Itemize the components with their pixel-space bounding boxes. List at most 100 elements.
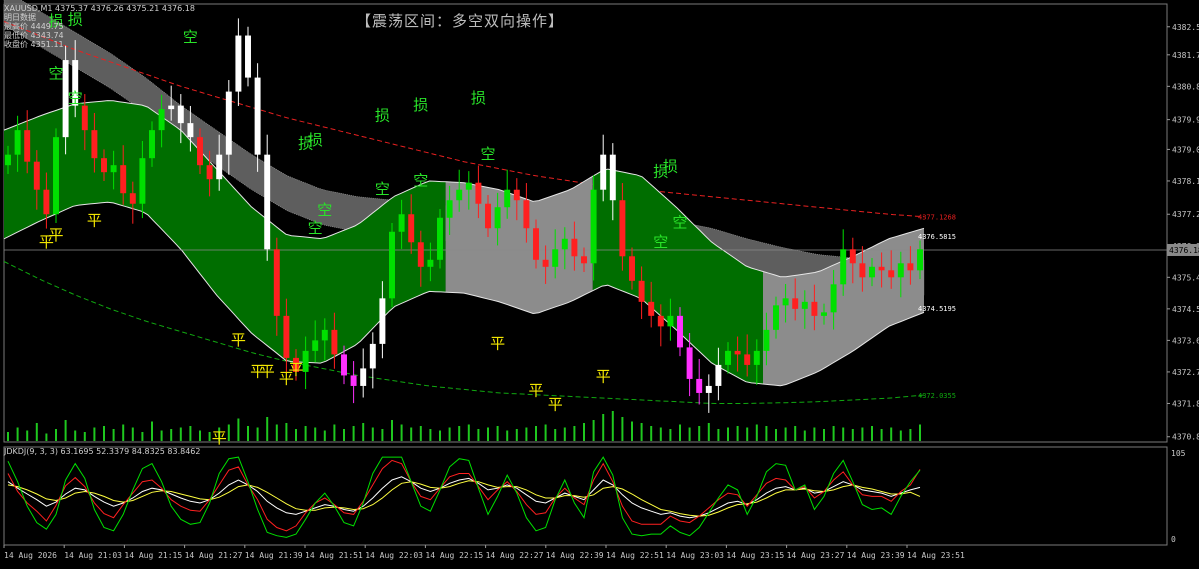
candle-body (907, 263, 914, 271)
y-tick-label: 4377.20 (1172, 210, 1199, 219)
level-label: 4377.1268 (918, 214, 956, 222)
candle-body (120, 165, 127, 194)
level-label: 4374.5195 (918, 305, 956, 313)
candle-body (446, 200, 453, 218)
signal-label: 平 (596, 368, 611, 386)
candle-body (648, 301, 655, 316)
candle-body (869, 266, 875, 278)
candle-body (542, 259, 549, 267)
candle-body (494, 207, 501, 229)
signal-label: 空 (672, 214, 687, 232)
candle-body (657, 315, 664, 327)
candle-body (821, 312, 827, 316)
info-line-high: 最高价 4449.75 (4, 22, 64, 31)
info-panel: XAUUSD,M1 4375.37 4376.26 4375.21 4376.1… (4, 4, 195, 49)
y-tick-label: 4372.70 (1172, 368, 1199, 377)
candle-body (696, 378, 703, 393)
signal-label: 损 (663, 157, 678, 175)
candle-body (437, 217, 443, 260)
signal-label: 损 (413, 96, 428, 114)
signal-label: 平 (87, 212, 102, 230)
candle-body (629, 256, 635, 281)
stoch-title: JDKDJ(9, 3, 3) 63.1695 52.3379 84.8325 8… (4, 447, 201, 456)
signal-label: 空 (653, 233, 668, 251)
signal-label: 空 (480, 145, 495, 163)
candle-body (782, 298, 789, 306)
oscillator-tick-label: 0 (1171, 535, 1176, 544)
oscillator-tick-label: 105 (1171, 449, 1186, 458)
candle-body (129, 193, 136, 204)
oscillator-line-K (7, 476, 921, 519)
x-tick-label: 14 Aug 21:39 (245, 551, 303, 560)
candle-body (91, 130, 98, 159)
candle-body (139, 158, 146, 204)
x-tick-label: 14 Aug 22:51 (606, 551, 664, 560)
candle-body (849, 249, 856, 264)
candle-body (744, 354, 751, 365)
chart-root: 损损空空平平平空平平平平平平损损空空损空损空损空平平平平损损空空4382.554… (0, 0, 1199, 565)
candle-body (149, 130, 155, 159)
x-tick-label: 14 Aug 23:39 (847, 551, 905, 560)
x-tick-label: 14 Aug 2026 (4, 551, 57, 560)
candle-body (465, 182, 472, 190)
signal-label: 空 (375, 180, 390, 198)
info-line-close: 收盘价 4351.11 (4, 40, 64, 49)
candle-body (206, 165, 213, 180)
candle-body (830, 284, 837, 313)
candle-body (417, 242, 424, 267)
x-tick-label: 14 Aug 22:15 (425, 551, 483, 560)
candle-body (360, 368, 367, 386)
y-tick-label: 4379.05 (1172, 145, 1199, 154)
candle-body (341, 354, 347, 376)
x-tick-label: 14 Aug 21:27 (185, 551, 243, 560)
y-tick-label: 4371.80 (1172, 399, 1199, 408)
candle-body (81, 105, 88, 131)
candle-body (5, 154, 11, 166)
y-tick-label: 4378.15 (1172, 177, 1199, 186)
candle-body (801, 301, 808, 309)
signal-label: 空 (48, 65, 63, 83)
level-label: 4376.5815 (918, 233, 956, 241)
candle-body (619, 200, 626, 257)
signal-label: 平 (490, 334, 505, 352)
candle-body (264, 154, 271, 250)
signal-label: 损 (375, 107, 390, 125)
signal-label: 平 (548, 396, 563, 414)
candle-body (283, 315, 290, 358)
candle-body (590, 189, 597, 264)
candle-body (763, 329, 770, 351)
signal-label: 空 (413, 171, 428, 189)
candle-body (235, 35, 242, 92)
x-tick-label: 14 Aug 22:27 (486, 551, 544, 560)
candle-body (389, 231, 395, 299)
candle-body (897, 263, 904, 278)
candle-body (581, 256, 587, 264)
y-tick-label: 4375.40 (1172, 273, 1199, 282)
candle-body (705, 385, 712, 393)
candle-body (888, 270, 895, 278)
candle-body (773, 305, 779, 330)
candle-body (245, 35, 251, 78)
x-tick-label: 14 Aug 23:27 (787, 551, 845, 560)
x-tick-label: 14 Aug 23:15 (726, 551, 784, 560)
candle-body (331, 329, 338, 355)
signal-label: 平 (48, 226, 63, 244)
signal-label: 平 (231, 331, 246, 349)
signal-label: 平 (288, 361, 303, 379)
candle-body (158, 109, 165, 131)
signal-label: 空 (317, 201, 332, 219)
candle-body (561, 238, 568, 250)
candle-body (273, 249, 280, 316)
candle-body (859, 263, 866, 278)
y-tick-label: 4373.60 (1172, 336, 1199, 345)
x-tick-label: 14 Aug 23:51 (907, 551, 965, 560)
candle-body (840, 249, 847, 285)
candle-body (533, 228, 539, 260)
candle-body (14, 130, 21, 155)
candle-body (177, 105, 184, 124)
candle-body (600, 154, 607, 190)
candle-body (792, 298, 799, 309)
candle-body (321, 329, 328, 341)
candle-body (24, 130, 31, 162)
candle-body (302, 350, 309, 372)
